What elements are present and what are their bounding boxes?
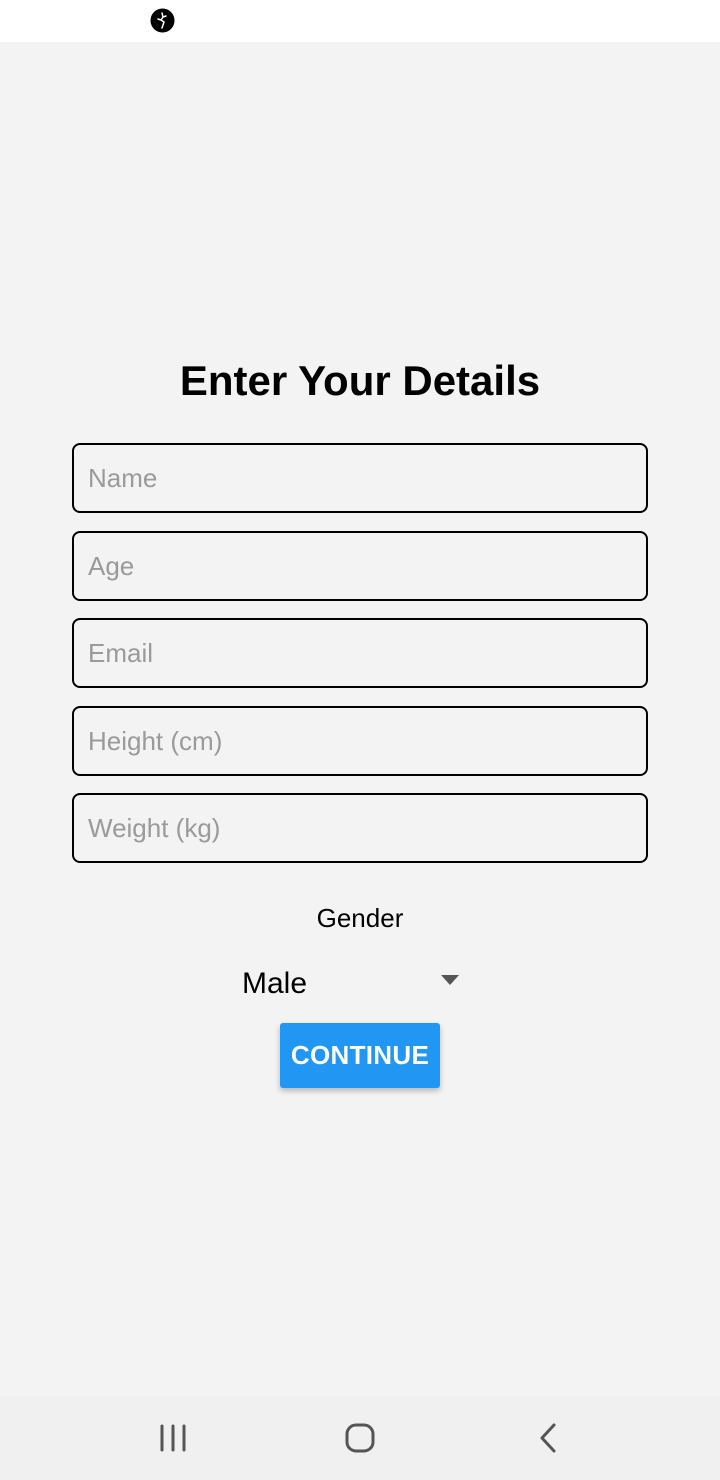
email-field[interactable] <box>72 618 648 688</box>
details-form: Enter Your Details Gender Male CONTINUE <box>0 42 720 1396</box>
gender-dropdown[interactable]: Male <box>228 952 472 1002</box>
continue-button[interactable]: CONTINUE <box>280 1023 440 1088</box>
weight-field[interactable] <box>72 793 648 863</box>
page-title: Enter Your Details <box>179 357 541 404</box>
home-icon[interactable] <box>338 1416 382 1460</box>
gender-selected-value: Male <box>242 967 308 1000</box>
height-field[interactable] <box>72 706 648 776</box>
navigation-bar <box>0 1396 720 1480</box>
age-field[interactable] <box>72 531 648 601</box>
fairy-icon <box>150 8 175 33</box>
gender-label: Gender <box>316 903 404 933</box>
back-icon[interactable] <box>526 1416 570 1460</box>
dropdown-arrow-icon <box>441 975 459 985</box>
recents-icon[interactable] <box>152 1416 196 1460</box>
name-field[interactable] <box>72 443 648 513</box>
status-bar <box>0 0 720 42</box>
